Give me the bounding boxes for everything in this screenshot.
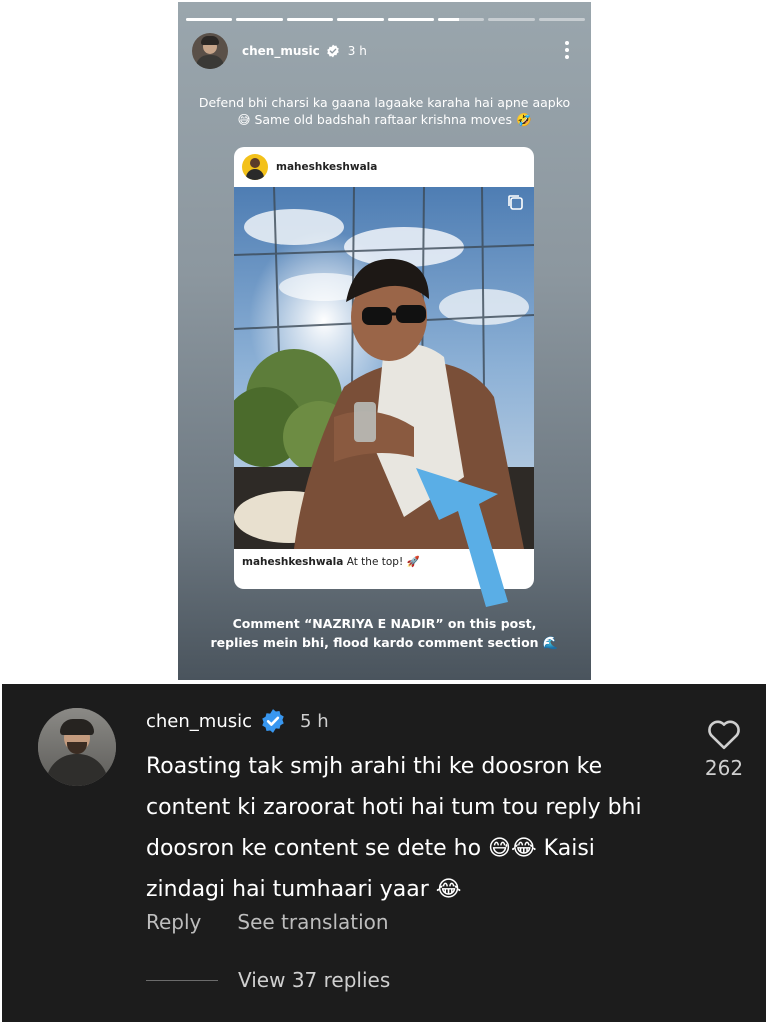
progress-segment xyxy=(337,18,384,21)
post-image xyxy=(234,187,534,549)
progress-segment xyxy=(488,18,535,21)
progress-segment-fill xyxy=(236,18,283,21)
see-translation-button[interactable]: See translation xyxy=(237,910,388,934)
comment-timestamp: 5 h xyxy=(300,710,329,732)
progress-segment-fill xyxy=(437,18,459,21)
progress-segment xyxy=(186,18,233,21)
comment-avatar[interactable] xyxy=(38,708,116,786)
like-control[interactable]: 262 xyxy=(698,718,750,780)
post-caption-text: At the top! 🚀 xyxy=(346,556,420,568)
progress-segment xyxy=(387,18,434,21)
story-progress-bar xyxy=(186,18,585,21)
story-cta-line-1: Comment “NAZRIYA E NADIR” on this post, xyxy=(232,616,537,631)
story-cta-line-2: replies mein bhi, flood kardo comment se… xyxy=(210,635,559,650)
progress-segment-fill xyxy=(286,18,334,21)
progress-segment xyxy=(437,18,485,21)
comment-item: chen_music 5 h Roasting tak smjh arahi t… xyxy=(2,684,766,1022)
story-timestamp: 3 h xyxy=(347,44,367,58)
shared-post-card[interactable]: maheshkeshwala maheshkeshwala At the top… xyxy=(234,147,534,589)
post-caption: maheshkeshwala At the top! 🚀 xyxy=(242,555,420,568)
heart-icon[interactable] xyxy=(706,718,742,750)
story-caption: Defend bhi charsi ka gaana lagaake karah… xyxy=(198,95,571,127)
like-count: 262 xyxy=(704,756,744,780)
post-username[interactable]: maheshkeshwala xyxy=(276,161,377,173)
comment-text: Roasting tak smjh arahi thi ke doosron k… xyxy=(146,754,642,902)
more-options-icon[interactable] xyxy=(557,36,577,64)
story-cta-text: Comment “NAZRIYA E NADIR” on this post, … xyxy=(188,614,581,652)
progress-segment xyxy=(286,18,334,21)
progress-segment-fill xyxy=(387,18,434,21)
verified-badge-icon xyxy=(326,44,339,58)
post-avatar[interactable] xyxy=(242,154,268,180)
comment-username[interactable]: chen_music xyxy=(146,711,252,732)
story-header: chen_music 3 h xyxy=(192,32,577,70)
reply-button[interactable]: Reply xyxy=(146,910,201,934)
post-photo[interactable] xyxy=(234,187,534,549)
multi-photo-icon xyxy=(508,195,523,210)
progress-segment xyxy=(236,18,283,21)
progress-segment-fill xyxy=(186,18,233,21)
comment-header: chen_music 5 h xyxy=(146,708,329,734)
story-username[interactable]: chen_music xyxy=(242,44,320,58)
post-caption-username[interactable]: maheshkeshwala xyxy=(242,556,343,568)
view-replies-button[interactable]: View 37 replies xyxy=(146,968,390,992)
view-replies-label: View 37 replies xyxy=(238,968,391,992)
replies-divider xyxy=(146,979,218,981)
progress-segment-fill xyxy=(337,18,384,21)
post-header: maheshkeshwala xyxy=(234,147,534,187)
story-avatar[interactable] xyxy=(192,33,228,69)
story-viewer[interactable]: chen_music 3 h Defend bhi charsi ka gaan… xyxy=(178,2,591,680)
verified-badge-icon xyxy=(262,709,284,733)
comment-actions: Reply See translation xyxy=(146,910,389,934)
progress-segment xyxy=(538,18,585,21)
